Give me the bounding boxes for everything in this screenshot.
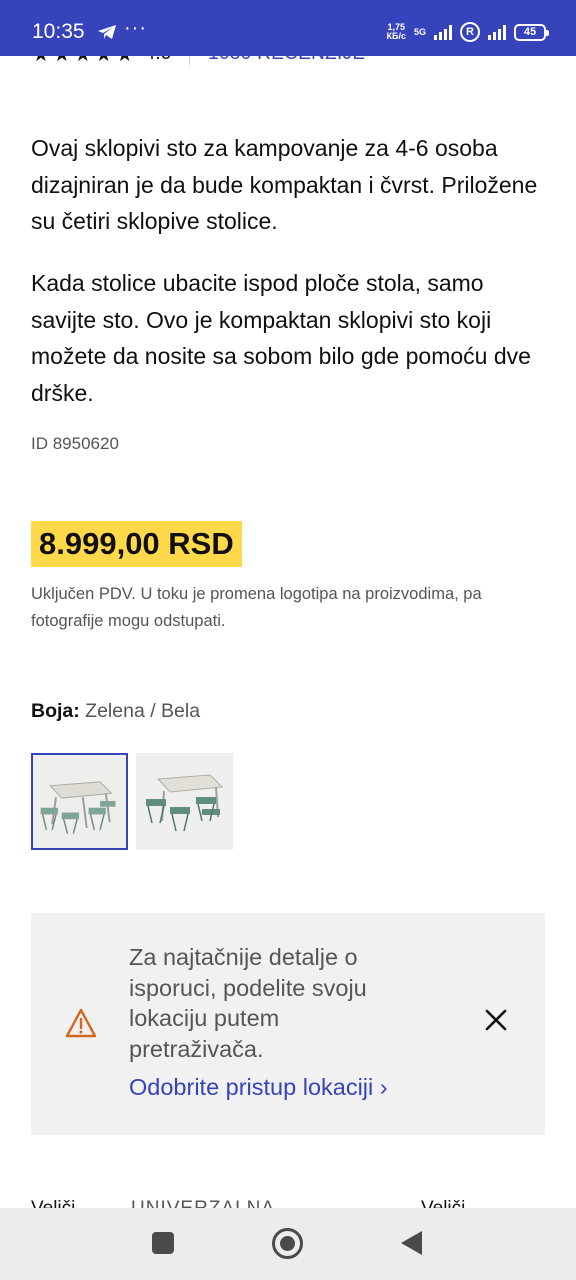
price-tag: 8.999,00 RSD (31, 521, 242, 567)
signal-icon-2 (488, 24, 506, 40)
network-speed: 1,75 КБ/с (387, 23, 406, 41)
system-nav-bar (0, 1208, 576, 1280)
color-label-row: Boja: Zelena / Bela (31, 700, 200, 723)
battery-icon: 45 (514, 23, 549, 41)
clock: 10:35 (32, 20, 85, 43)
description-paragraph-2: Kada stolice ubacite ispod ploče stola, … (31, 270, 531, 406)
color-option-green-white[interactable] (31, 753, 128, 850)
speed-unit: КБ/с (386, 31, 406, 41)
telegram-icon (98, 25, 116, 39)
status-icons: 1,75 КБ/с 5G R 45 (387, 20, 549, 44)
color-label: Boja: (31, 700, 80, 722)
vat-note: Uključen PDV. U toku je promena logotipa… (31, 585, 482, 630)
color-value: Zelena / Bela (85, 700, 201, 722)
signal-icon (434, 24, 452, 40)
table-thumbnail-image (33, 755, 126, 848)
grant-location-link[interactable]: Odobrite pristup lokaciji › (129, 1074, 388, 1101)
back-triangle-icon[interactable] (401, 1231, 422, 1255)
network-type: 5G (413, 26, 426, 37)
location-notice-text: Za najtačnije detalje o isporuci, podeli… (129, 944, 367, 1062)
location-notice: Za najtačnije detalje o isporuci, podeli… (31, 913, 545, 1135)
product-id: ID 8950620 (31, 434, 119, 453)
square-icon[interactable] (152, 1232, 174, 1254)
description-paragraph-1: Ovaj sklopivi sto za kampovanje za 4-6 o… (31, 135, 538, 234)
close-icon[interactable] (483, 1007, 509, 1033)
circle-icon[interactable] (272, 1228, 303, 1259)
more-notifications-icon: ··· (124, 17, 147, 39)
color-option-white[interactable] (136, 753, 233, 850)
status-bar: 10:35 ··· 1,75 КБ/с 5G R 45 (0, 0, 576, 56)
roaming-icon: R (460, 22, 480, 42)
table-thumbnail-image (136, 753, 233, 850)
warning-triangle-icon (65, 1008, 97, 1038)
